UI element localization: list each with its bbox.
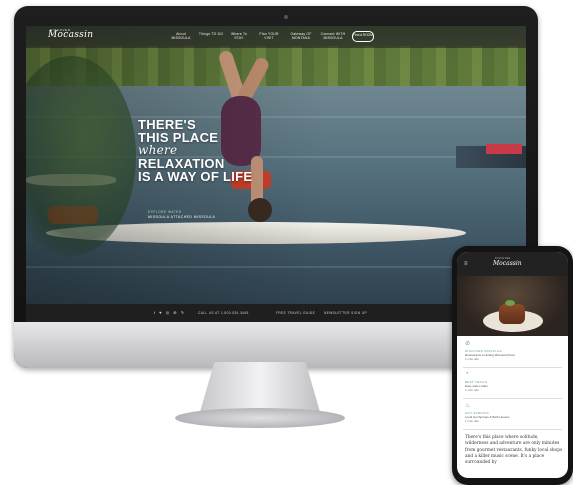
mobile-phone: ≡ DISCOVER Mocassin Missoula Food & Rest…: [452, 246, 573, 485]
site-logo[interactable]: Mocassin: [48, 30, 93, 40]
camera-dot: [284, 15, 288, 19]
card-icon: ◔: [465, 371, 469, 377]
hero-headline: THERE'S THIS PLACE where RELAXATION IS A…: [138, 118, 252, 183]
nav-item-where-to-stay[interactable]: Where To STAY: [226, 32, 252, 40]
hamburger-menu-icon[interactable]: ≡: [464, 261, 468, 267]
phone-card[interactable]: ♨ HOT SPRINGS Local Hot Springs & Bath H…: [463, 402, 562, 430]
desktop-screen: DISCOVER Mocassin About MISSOULA Things …: [26, 26, 526, 322]
nav-item-gateway[interactable]: Gateway OF MONTANA: [288, 32, 314, 40]
card-line: 1 mile ride: [465, 357, 479, 361]
headline-line: IS A WAY OF LIFE: [138, 169, 253, 184]
monitor-stand-base: [175, 408, 345, 428]
nav-item-plan-visit[interactable]: Plan YOUR VISIT: [256, 32, 282, 40]
phone-body-text: There's this place where solitude, wilde…: [465, 435, 563, 466]
hero-kicker: EXPLORE WATER: [148, 210, 182, 214]
footer-newsletter-link[interactable]: NEWSLETTER SIGN UP: [324, 311, 367, 315]
social-icons[interactable]: f ♥ ◎ ⊕ ✎: [154, 310, 186, 315]
card-icon: ♨: [465, 403, 471, 409]
phone-logo[interactable]: Mocassin: [493, 260, 522, 267]
site-footer: f ♥ ◎ ⊕ ✎ CALL US AT 1.800.526.3465 FREE…: [26, 304, 526, 322]
card-line: 1 mile ride: [465, 388, 479, 392]
hero-shade: [26, 26, 526, 322]
garnish-image: [505, 300, 515, 306]
card-icon: ⊘: [465, 341, 471, 347]
top-navigation: DISCOVER Mocassin About MISSOULA Things …: [26, 26, 526, 48]
phone-header: ≡ DISCOVER Mocassin: [457, 252, 568, 276]
footer-guide-link[interactable]: FREE TRAVEL GUIDE: [276, 311, 315, 315]
nav-item-about[interactable]: About MISSOULA: [168, 32, 194, 40]
phone-card[interactable]: ⊘ DISCOVER MISSOULA Restaurants includin…: [463, 340, 562, 368]
nav-item-connect[interactable]: Connect WITH MISSOULA: [320, 32, 346, 40]
find-room-button[interactable]: Find A ROOM: [352, 31, 374, 42]
phone-screen: ≡ DISCOVER Mocassin Missoula Food & Rest…: [457, 252, 568, 478]
card-line: 1 mile ride: [465, 419, 479, 423]
nav-item-things-to-do[interactable]: Things TO DO: [198, 32, 224, 36]
monitor-stand-neck: [200, 362, 320, 412]
phone-card[interactable]: ◔ BEST TRAILS Easy water sides 1 mile ri…: [463, 371, 562, 399]
phone-hero-image: Missoula Food & Restaurants: [457, 276, 568, 352]
food-image: [499, 304, 525, 324]
footer-phone-link[interactable]: CALL US AT 1.800.526.3465: [198, 311, 249, 315]
hero-location-link[interactable]: MISSOULA ATTACHED MISSOULA: [148, 215, 215, 219]
